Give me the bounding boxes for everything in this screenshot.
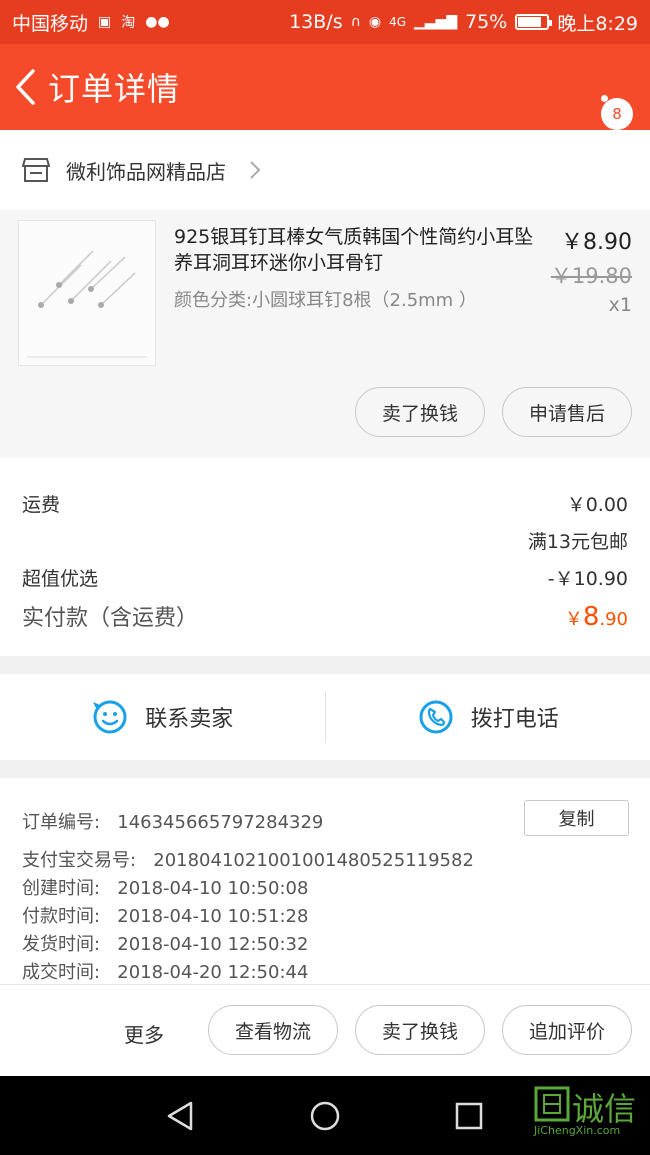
action-bar: 更多 查看物流 卖了换钱 追加评价 (0, 984, 650, 1076)
view-logistics-button[interactable]: 查看物流 (208, 1005, 338, 1055)
product-title[interactable]: 925银耳钉耳棒女气质韩国个性简约小耳坠养耳洞耳环迷你小耳骨钉 (174, 224, 542, 276)
carrier-label: 中国移动 (12, 12, 89, 35)
paid-currency: ￥ (564, 609, 583, 630)
discount-value: -￥10.90 (547, 568, 628, 590)
network-speed: 13B/s (289, 11, 343, 33)
original-price: ￥19.80 (550, 264, 632, 288)
shipped-value: 2018-04-10 12:50:32 (117, 934, 309, 955)
watermark-subtext: JiChengXin.com (534, 1124, 621, 1137)
clock: 晚上8:29 (557, 12, 638, 35)
chevron-left-icon (16, 69, 35, 105)
eye-icon: ◉ (368, 14, 382, 30)
completed-value: 2018-04-20 12:50:44 (117, 962, 309, 983)
contact-seller-label: 联系卖家 (145, 707, 234, 732)
item-price: ￥8.90 (561, 230, 632, 255)
wechat-icon: ●● (145, 14, 170, 30)
add-review-button[interactable]: 追加评价 (502, 1005, 632, 1055)
alipay-label: 支付宝交易号: (22, 850, 137, 871)
network-type: 4G (389, 15, 407, 29)
paid-time-label: 付款时间: (22, 906, 101, 927)
signal-icon: ▁▃▅▇ (414, 14, 458, 30)
created-value: 2018-04-10 10:50:08 (117, 878, 309, 899)
watermark-emblem-icon (534, 1086, 570, 1122)
alipay-value: 2018041021001001480525119582 (153, 850, 474, 871)
created-row: 创建时间: 2018-04-10 10:50:08 (22, 874, 308, 900)
app-header: 订单详情 8 (0, 44, 650, 130)
discount-label: 超值优选 (22, 568, 99, 590)
copy-button[interactable]: 复制 (524, 800, 629, 836)
watermark-logo: 诚信 JiChengXin.com (532, 1080, 650, 1140)
order-item[interactable]: 925银耳钉耳棒女气质韩国个性简约小耳坠养耳洞耳环迷你小耳骨钉 颜色分类:小圆球… (0, 210, 650, 458)
sim-icon: ▣ (98, 14, 112, 30)
chevron-right-icon (250, 161, 261, 179)
order-number-label: 订单编号: (22, 812, 101, 833)
product-sku: 颜色分类:小圆球耳钉8根（2.5mm ） (174, 290, 477, 311)
paid-time-value: 2018-04-10 10:51:28 (117, 906, 309, 927)
created-label: 创建时间: (22, 878, 101, 899)
status-bar: 中国移动 ▣ 淘 ●● 13B/s ∩ ◉ 4G ▁▃▅▇ 75% 晚上8:29 (0, 0, 650, 44)
page-title: 订单详情 (48, 70, 181, 108)
store-icon (22, 158, 50, 182)
paid-amount: ￥8.90 (565, 602, 628, 632)
shop-row[interactable]: 微利饰品网精品店 (0, 130, 650, 210)
taobao-icon: 淘 (121, 15, 136, 31)
product-thumbnail[interactable] (18, 220, 156, 366)
completed-label: 成交时间: (22, 962, 101, 983)
more-button[interactable]: 更多 (124, 1019, 164, 1048)
paid-label: 实付款（含运费） (22, 606, 199, 631)
paid-decimal: .90 (599, 609, 628, 630)
after-sale-button[interactable]: 申请售后 (502, 387, 632, 437)
item-quantity: x1 (608, 294, 632, 316)
completed-row: 成交时间: 2018-04-20 12:50:44 (22, 958, 308, 984)
shipped-label: 发货时间: (22, 934, 101, 955)
battery-percent: 75% (465, 11, 508, 33)
shipping-value: ￥0.00 (566, 494, 628, 516)
home-circle-icon[interactable] (309, 1100, 341, 1132)
earring-image-icon (27, 250, 147, 358)
back-button[interactable] (4, 44, 48, 130)
order-number-value: 146345665797284329 (117, 812, 324, 833)
call-phone-button[interactable]: 拨打电话 (326, 674, 650, 760)
shipping-label: 运费 (22, 494, 61, 516)
recents-square-icon[interactable] (454, 1101, 484, 1131)
sell-button[interactable]: 卖了换钱 (355, 1005, 485, 1055)
back-triangle-icon[interactable] (165, 1100, 195, 1132)
smiley-chat-icon (93, 700, 127, 734)
headphone-icon: ∩ (350, 14, 361, 30)
alipay-row: 支付宝交易号: 2018041021001001480525119582 (22, 846, 474, 872)
contact-bar: 联系卖家 拨打电话 (0, 674, 650, 760)
sell-item-button[interactable]: 卖了换钱 (355, 387, 485, 437)
shipping-note: 满13元包邮 (527, 531, 628, 553)
shipped-row: 发货时间: 2018-04-10 12:50:32 (22, 930, 308, 956)
battery-icon (515, 14, 553, 30)
contact-seller-button[interactable]: 联系卖家 (0, 674, 325, 760)
notification-badge: 8 (601, 98, 633, 130)
cost-summary: 运费 ￥0.00 满13元包邮 超值优选 -￥10.90 实付款（含运费） ￥8… (0, 458, 650, 656)
shop-name: 微利饰品网精品店 (66, 159, 226, 184)
order-number-row: 订单编号: 146345665797284329 (22, 808, 323, 834)
order-info: 订单编号: 146345665797284329 复制 支付宝交易号: 2018… (0, 778, 650, 984)
call-phone-label: 拨打电话 (470, 707, 559, 732)
phone-icon (419, 700, 453, 734)
paid-time-row: 付款时间: 2018-04-10 10:51:28 (22, 902, 308, 928)
paid-integer: 8 (582, 602, 600, 632)
